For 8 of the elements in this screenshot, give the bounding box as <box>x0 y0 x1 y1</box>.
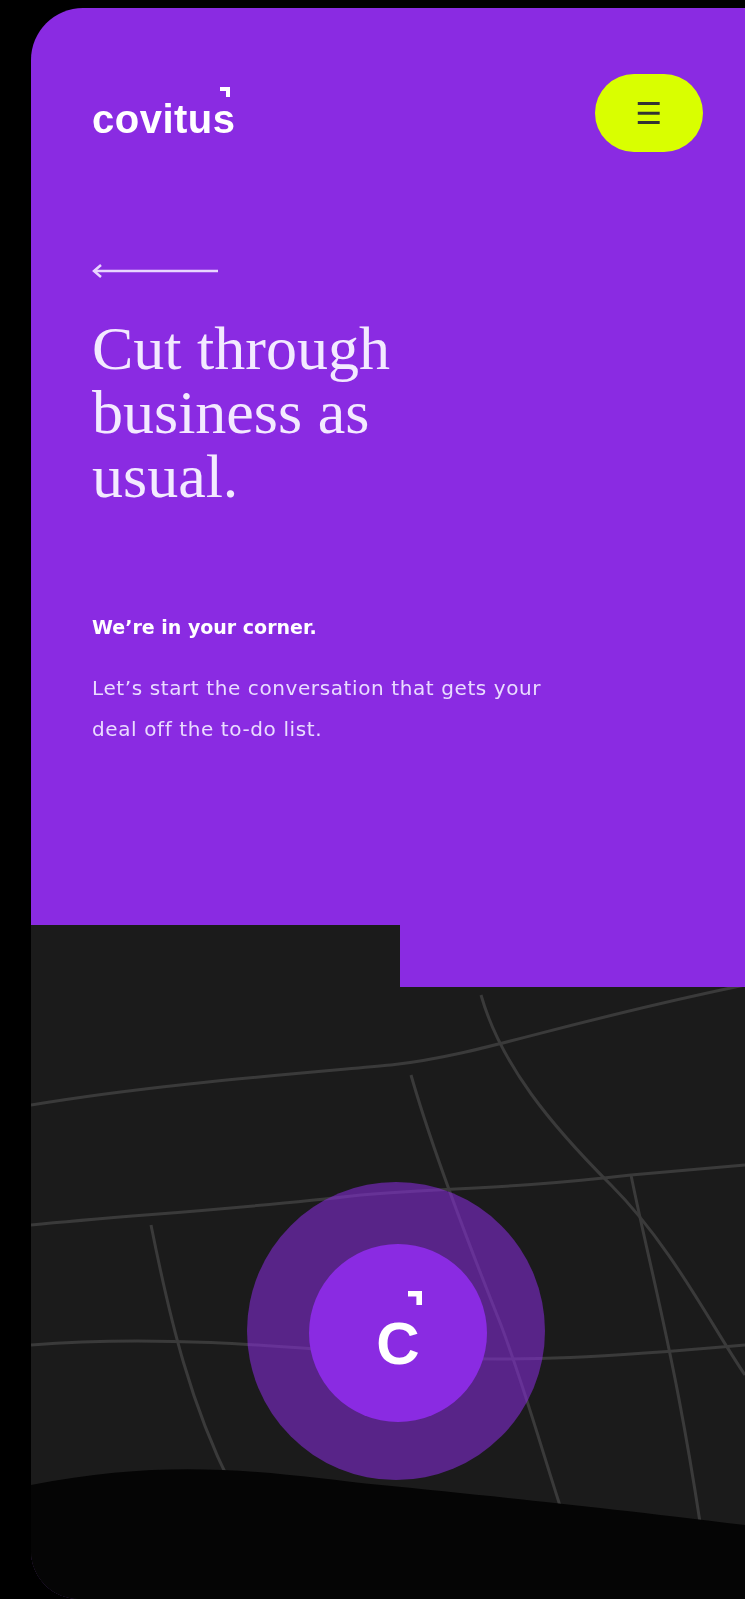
body-text: Let’s start the conversation that gets your deal off the to-do list. <box>92 675 543 743</box>
logo[interactable]: covitus <box>92 84 236 142</box>
marker-accent-icon <box>407 1290 422 1305</box>
back-arrow-icon[interactable] <box>92 264 218 278</box>
logo-accent-icon <box>219 86 230 97</box>
menu-button[interactable]: ☰ <box>595 74 703 152</box>
subtitle: We’re in your corner. <box>92 616 318 638</box>
hero-title: Cut through business as usual. <box>92 316 391 508</box>
